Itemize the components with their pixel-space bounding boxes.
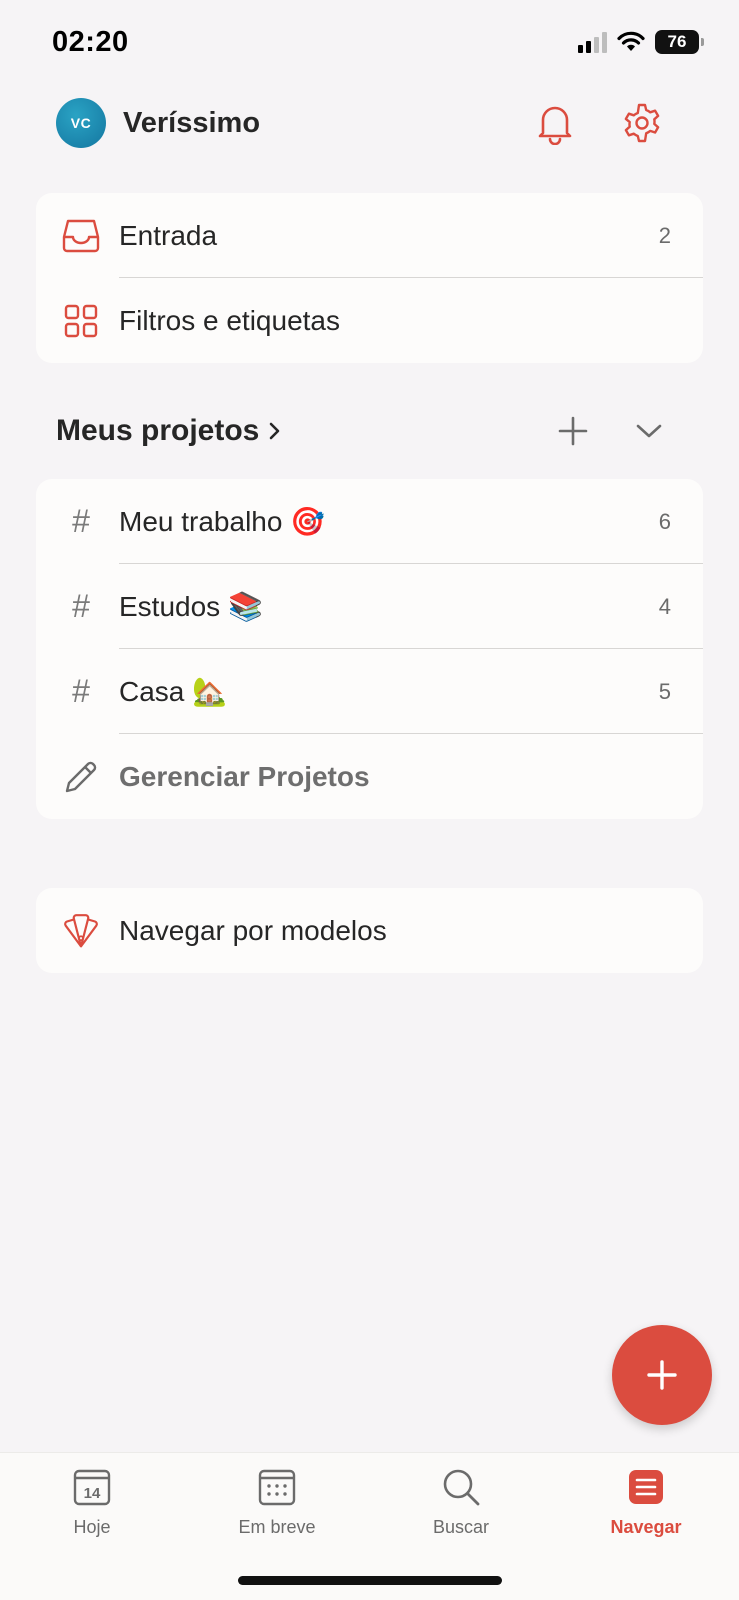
screen: 02:20 76 VC Veríssimo Entrada 2 Filtros …: [0, 0, 739, 1600]
add-project-icon[interactable]: [557, 415, 589, 447]
hash-icon: #: [72, 673, 90, 709]
project-count: 5: [658, 678, 671, 704]
project-row[interactable]: # Casa 🏡 5: [36, 649, 703, 734]
projects-card: # Meu trabalho 🎯 6 # Estudos 📚 4 # Casa …: [36, 479, 703, 819]
nav-browse-label: Navegar: [610, 1517, 682, 1537]
search-icon: [443, 1469, 480, 1506]
filters-labels-label: Filtros e etiquetas: [119, 304, 340, 336]
gear-icon[interactable]: [621, 102, 663, 144]
inbox-label: Entrada: [119, 219, 218, 251]
nav-today[interactable]: 14 Hoje: [22, 1467, 162, 1538]
templates-label: Navegar por modelos: [119, 914, 387, 946]
status-time: 02:20: [52, 26, 129, 58]
inbox-filters-card: Entrada 2 Filtros e etiquetas: [36, 193, 703, 363]
projects-header: Meus projetos: [56, 408, 663, 454]
project-count: 6: [658, 508, 671, 534]
calendar-today-icon: 14: [73, 1469, 111, 1506]
templates-card: Navegar por modelos: [36, 888, 703, 973]
templates-row[interactable]: Navegar por modelos: [36, 888, 703, 973]
bell-icon[interactable]: [535, 101, 575, 145]
nav-today-label: Hoje: [73, 1517, 111, 1537]
filters-labels-row[interactable]: Filtros e etiquetas: [36, 278, 703, 363]
wifi-icon: [617, 31, 645, 51]
project-row[interactable]: # Estudos 📚 4: [36, 564, 703, 649]
manage-projects-row[interactable]: Gerenciar Projetos: [36, 734, 703, 819]
nav-upcoming[interactable]: Em breve: [207, 1467, 347, 1538]
nav-browse[interactable]: Navegar: [576, 1467, 716, 1538]
inbox-count: 2: [658, 222, 671, 248]
project-label: Casa 🏡: [119, 676, 228, 707]
manage-projects-label: Gerenciar Projetos: [119, 760, 370, 792]
home-indicator[interactable]: [238, 1576, 502, 1585]
inbox-icon: [62, 217, 100, 255]
plus-icon: [647, 1360, 677, 1390]
project-label: Meu trabalho 🎯: [119, 506, 326, 537]
header-actions: [535, 101, 663, 145]
browse-menu-icon: [629, 1470, 663, 1504]
add-task-button[interactable]: [612, 1325, 712, 1425]
inbox-row[interactable]: Entrada 2: [36, 193, 703, 278]
project-count: 4: [658, 593, 671, 619]
header: VC Veríssimo: [56, 98, 663, 148]
svg-text:14: 14: [84, 1485, 101, 1502]
chevron-down-icon[interactable]: [635, 422, 663, 440]
projects-actions: [557, 415, 663, 447]
avatar[interactable]: VC: [56, 98, 106, 148]
projects-title[interactable]: Meus projetos: [56, 414, 259, 448]
cellular-signal-icon: [578, 31, 607, 53]
hash-icon: #: [72, 503, 90, 539]
calendar-upcoming-icon: [258, 1469, 296, 1506]
templates-icon: [62, 912, 100, 950]
hash-icon: #: [72, 588, 90, 624]
chevron-right-icon[interactable]: [269, 421, 281, 441]
pencil-icon: [62, 758, 100, 796]
nav-search-label: Buscar: [432, 1517, 490, 1537]
battery-icon: 76: [655, 30, 704, 54]
grid-icon: [62, 302, 100, 340]
nav-upcoming-label: Em breve: [238, 1517, 316, 1537]
user-name[interactable]: Veríssimo: [123, 107, 260, 140]
project-row[interactable]: # Meu trabalho 🎯 6: [36, 479, 703, 564]
status-icons: 76: [578, 30, 704, 54]
project-label: Estudos 📚: [119, 591, 263, 622]
nav-search[interactable]: Buscar: [391, 1467, 531, 1538]
